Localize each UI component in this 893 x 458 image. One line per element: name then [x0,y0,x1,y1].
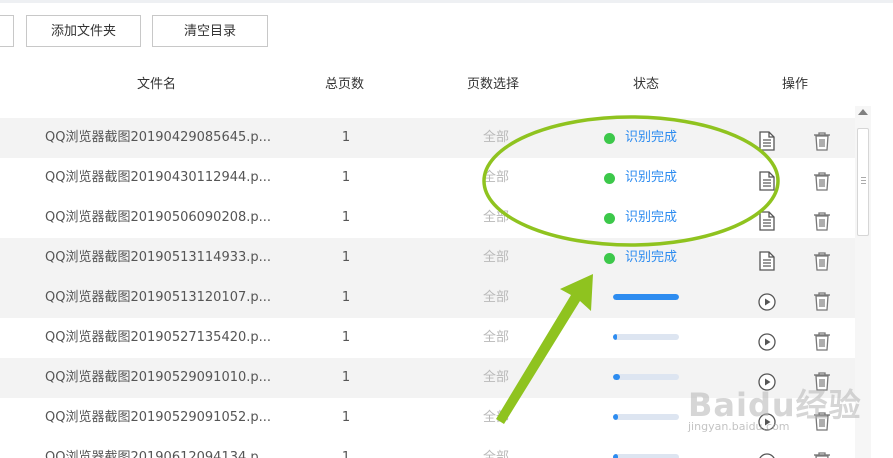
progress-bar [613,294,679,300]
total-pages: 1 [341,370,351,385]
file-name: QQ浏览器截图20190529091052.p... [45,410,272,425]
status-dot-icon [604,252,615,264]
progress-bar [613,334,679,340]
progress-fill [613,454,618,458]
file-table-body: QQ浏览器截图20190429085645.p... 1 全部 识别完成 QQ浏览器截图… [0,98,855,458]
delete-trash-icon[interactable] [813,168,831,191]
page-range-select[interactable]: 全部 [476,358,516,398]
total-pages: 1 [341,410,351,425]
table-row[interactable]: QQ浏览器截图20190529091052.p... 1 全部 [0,398,855,438]
file-name: QQ浏览器截图20190506090208.p... [45,210,272,225]
table-row[interactable]: QQ浏览器截图20190529091010.p... 1 全部 [0,358,855,398]
total-pages: 1 [341,170,351,185]
page-range-select[interactable]: 全部 [476,278,516,318]
scroll-thumb[interactable] [857,128,869,236]
status-cell: 识别完成 [604,118,714,158]
status-cell: 识别完成 [604,238,714,278]
status-dot-icon [604,172,615,184]
status-text: 识别完成 [625,130,678,145]
total-pages: 1 [341,130,351,145]
progress-fill [613,414,618,420]
file-name: QQ浏览器截图20190612094134.p... [45,450,272,458]
table-row[interactable]: QQ浏览器截图20190429085645.p... 1 全部 识别完成 [0,118,855,158]
status-text: 识别完成 [625,210,678,225]
file-name: QQ浏览器截图20190430112944.p... [45,170,272,185]
status-cell [604,278,714,318]
status-text: 识别完成 [625,250,678,265]
total-pages: 1 [341,210,351,225]
file-name: QQ浏览器截图20190529091010.p... [45,370,272,385]
file-name: QQ浏览器截图20190513114933.p... [45,250,272,265]
page-range-select[interactable]: 全部 [476,398,516,438]
file-list-panel: 添加文件夹 清空目录 文件名 总页数 页数选择 状态 操作 QQ浏览器截图201… [0,0,893,458]
status-cell [604,398,714,438]
table-row[interactable]: QQ浏览器截图20190430112944.p... 1 全部 识别完成 [0,158,855,198]
view-result-icon[interactable] [758,248,776,271]
view-result-icon[interactable] [758,128,776,151]
total-pages: 1 [341,450,351,458]
column-header-total-pages[interactable]: 总页数 [325,74,364,96]
total-pages: 1 [341,330,351,345]
scroll-up-arrow-icon[interactable] [858,109,868,115]
view-result-icon[interactable] [758,168,776,191]
clear-list-button[interactable]: 清空目录 [152,15,268,47]
page-range-select[interactable]: 全部 [476,238,516,278]
progress-bar [613,374,679,380]
table-row[interactable]: QQ浏览器截图20190513114933.p... 1 全部 识别完成 [0,238,855,278]
table-row[interactable]: QQ浏览器截图20190506090208.p... 1 全部 识别完成 [0,198,855,238]
delete-trash-icon[interactable] [813,248,831,271]
file-name: QQ浏览器截图20190429085645.p... [45,130,272,145]
delete-trash-icon[interactable] [813,128,831,151]
status-cell: 识别完成 [604,158,714,198]
progress-fill [613,294,679,300]
table-row[interactable]: QQ浏览器截图20190513120107.p... 1 全部 [0,278,855,318]
total-pages: 1 [341,290,351,305]
file-name: QQ浏览器截图20190527135420.p... [45,330,272,345]
page-range-select[interactable]: 全部 [476,318,516,358]
view-result-icon[interactable] [758,208,776,231]
total-pages: 1 [341,250,351,265]
delete-trash-icon[interactable] [813,328,831,351]
progress-bar [613,414,679,420]
partial-row-top [0,98,855,106]
start-recognition-icon[interactable] [758,408,776,431]
start-recognition-icon[interactable] [758,328,776,351]
vertical-scrollbar[interactable] [855,106,871,458]
start-recognition-icon[interactable] [758,288,776,311]
progress-fill [613,334,617,340]
delete-trash-icon[interactable] [813,408,831,431]
status-cell: 识别完成 [604,198,714,238]
delete-trash-icon[interactable] [813,448,831,458]
status-cell [604,318,714,358]
add-folder-button[interactable]: 添加文件夹 [26,15,141,47]
table-row[interactable]: QQ浏览器截图20190527135420.p... 1 全部 [0,318,855,358]
status-dot-icon [604,132,615,144]
delete-trash-icon[interactable] [813,368,831,391]
delete-trash-icon[interactable] [813,288,831,311]
page-range-select[interactable]: 全部 [476,118,516,158]
file-name: QQ浏览器截图20190513120107.p... [45,290,272,305]
column-header-actions[interactable]: 操作 [782,74,808,96]
start-recognition-icon[interactable] [758,368,776,391]
column-header-status[interactable]: 状态 [633,74,659,96]
column-header-page-range[interactable]: 页数选择 [467,74,519,96]
page-range-select[interactable]: 全部 [476,198,516,238]
progress-bar [613,454,679,458]
column-header-filename[interactable]: 文件名 [137,74,176,96]
toolbar-button-partial[interactable] [0,15,14,47]
delete-trash-icon[interactable] [813,208,831,231]
status-cell [604,358,714,398]
status-text: 识别完成 [625,170,678,185]
page-range-select[interactable]: 全部 [476,438,516,458]
status-cell [604,438,714,458]
top-border [0,0,893,3]
progress-fill [613,374,620,380]
table-row[interactable]: QQ浏览器截图20190612094134.p... 1 全部 [0,438,855,458]
page-range-select[interactable]: 全部 [476,158,516,198]
start-recognition-icon[interactable] [758,448,776,458]
status-dot-icon [604,212,615,224]
